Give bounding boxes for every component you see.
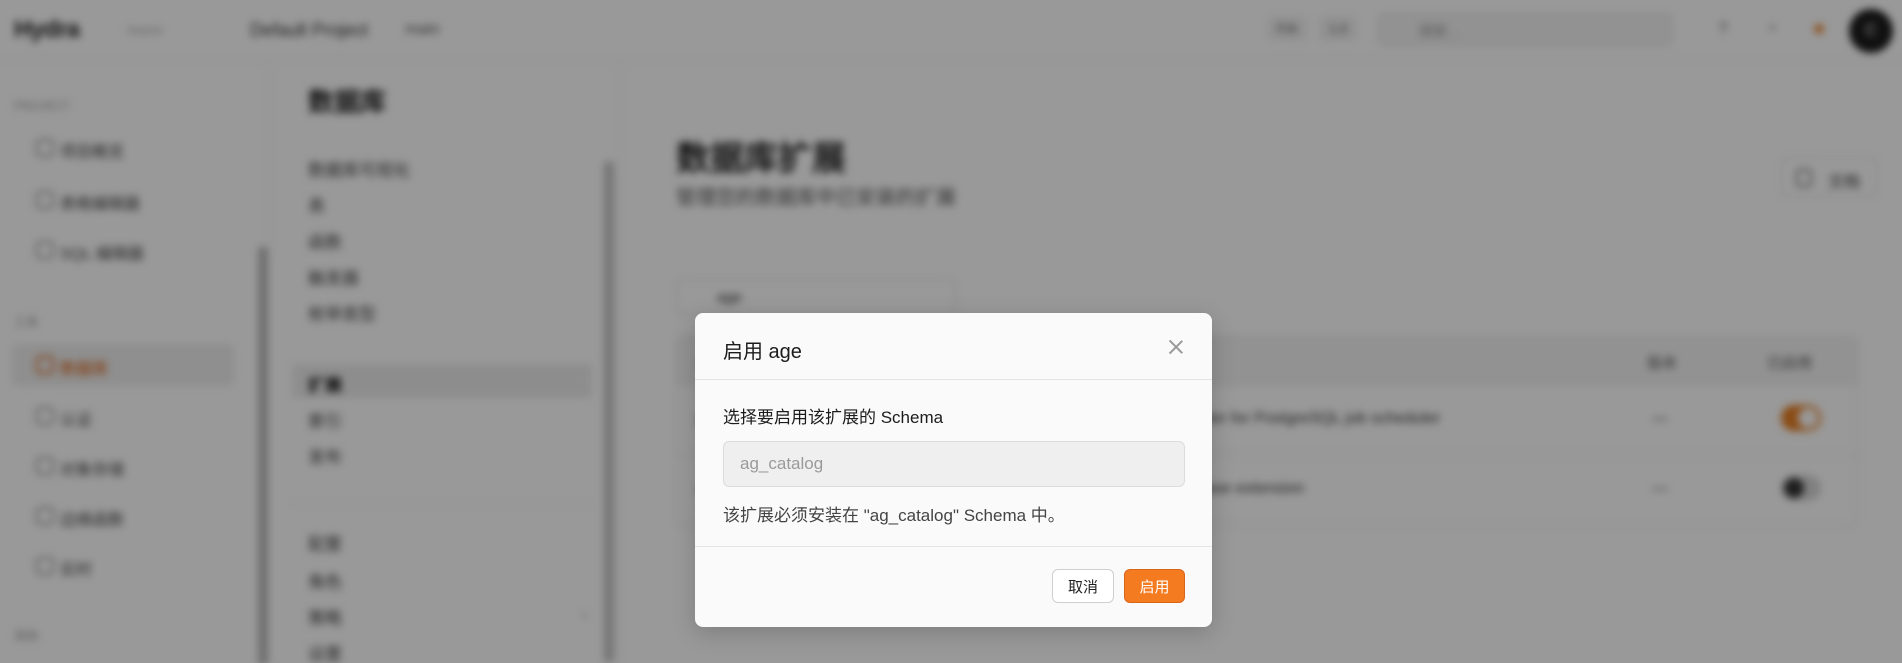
dialog-header: 启用 age (695, 313, 1212, 380)
schema-help-text: 该扩展必须安装在 "ag_catalog" Schema 中。 (723, 506, 1065, 525)
enable-button[interactable]: 启用 (1124, 569, 1185, 603)
divider (695, 546, 1212, 547)
cancel-button[interactable]: 取消 (1052, 569, 1114, 603)
close-icon[interactable] (1167, 338, 1185, 356)
dialog-title: 启用 age (723, 341, 802, 363)
schema-input[interactable] (723, 441, 1185, 487)
enable-extension-dialog: 启用 age 选择要启用该扩展的 Schema 该扩展必须安装在 "ag_cat… (695, 313, 1212, 627)
schema-label: 选择要启用该扩展的 Schema (723, 408, 944, 427)
